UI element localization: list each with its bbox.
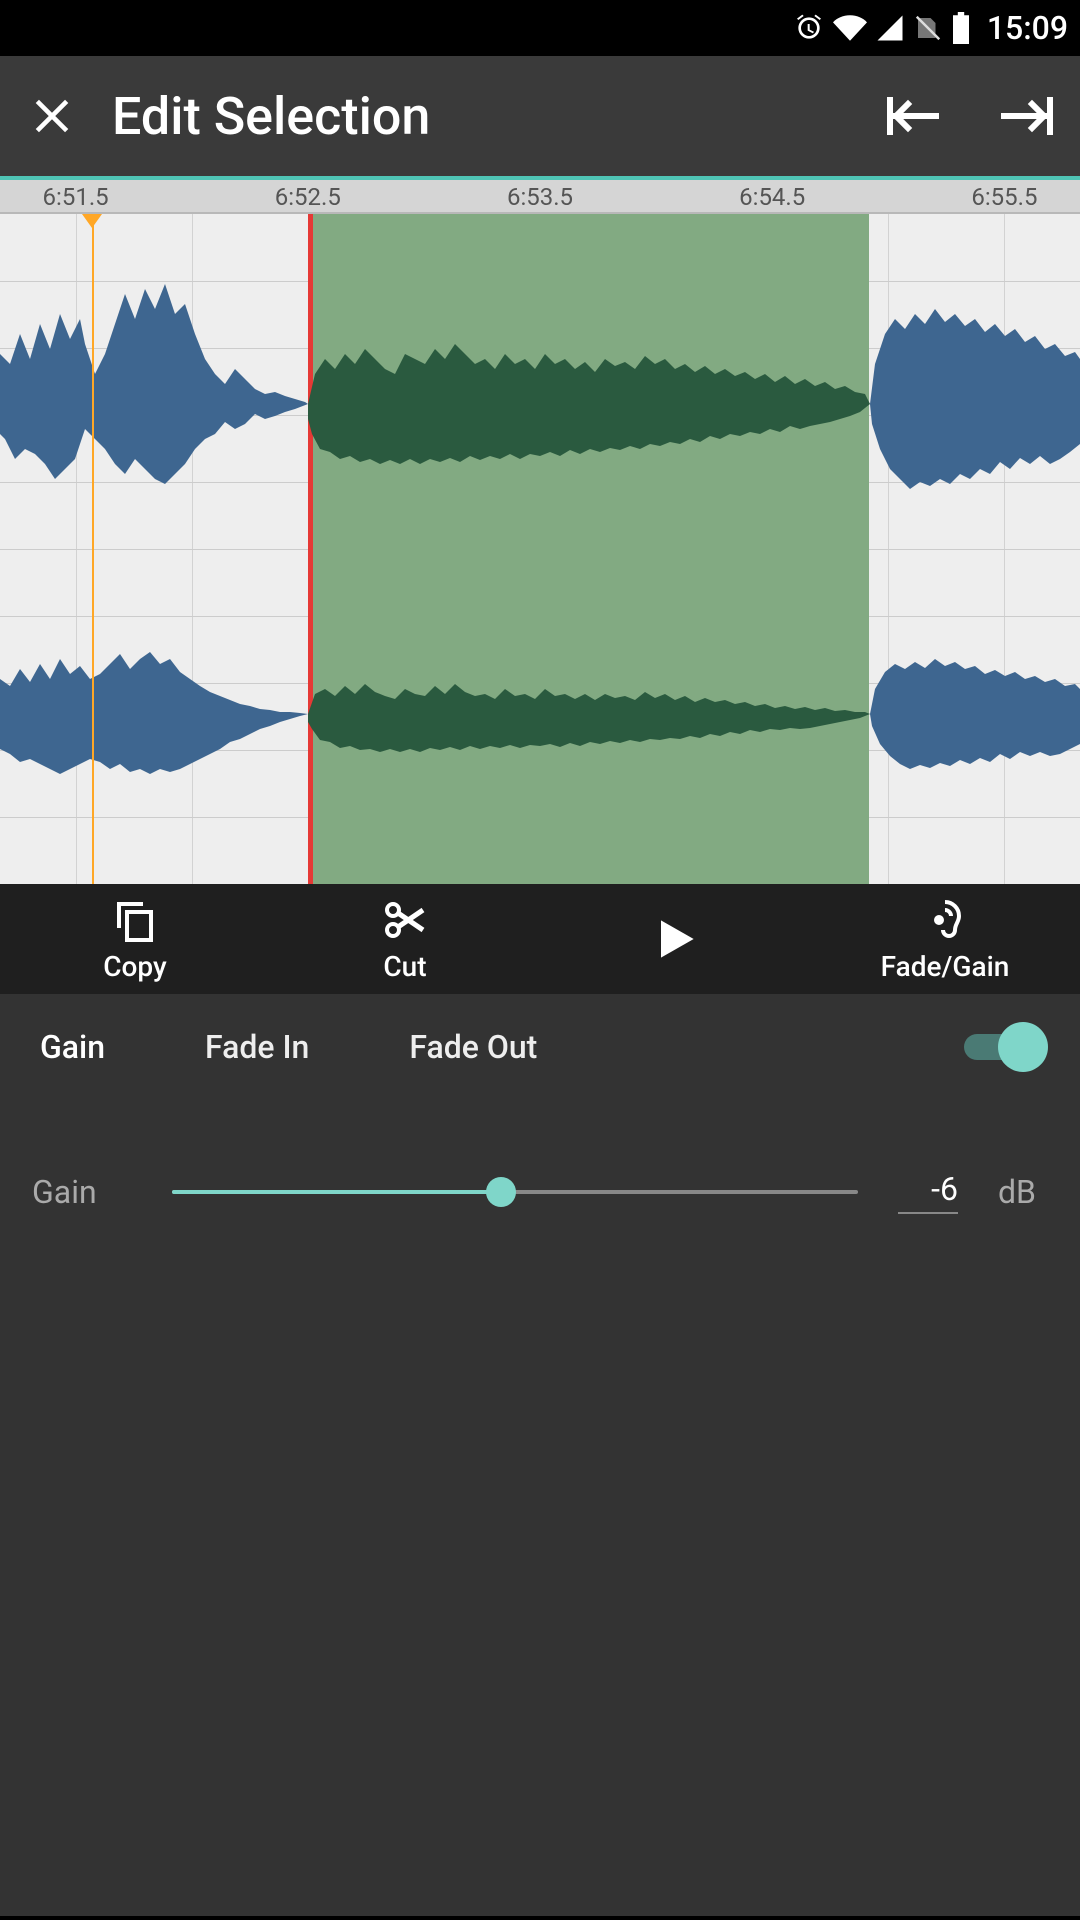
gain-unit: dB bbox=[998, 1173, 1048, 1211]
time-ruler[interactable]: 6:51.5 6:52.5 6:53.5 6:54.5 6:55.5 bbox=[0, 180, 1080, 214]
tab-gain[interactable]: Gain bbox=[40, 1028, 105, 1066]
play-button[interactable] bbox=[540, 911, 810, 967]
ruler-tick: 6:52.5 bbox=[275, 183, 341, 211]
status-time: 15:09 bbox=[987, 9, 1068, 47]
ruler-tick: 6:51.5 bbox=[43, 183, 109, 211]
play-icon bbox=[647, 911, 703, 967]
playhead[interactable] bbox=[92, 214, 94, 884]
gain-panel: Gain -6 dB bbox=[0, 1100, 1080, 1916]
copy-icon bbox=[111, 896, 159, 944]
page-title: Edit Selection bbox=[112, 86, 852, 147]
tab-fadein[interactable]: Fade In bbox=[205, 1028, 309, 1066]
copy-button[interactable]: Copy bbox=[0, 896, 270, 983]
playhead-marker bbox=[82, 214, 102, 228]
cut-label: Cut bbox=[383, 950, 426, 983]
cut-button[interactable]: Cut bbox=[270, 896, 540, 983]
gain-value-input[interactable]: -6 bbox=[898, 1170, 958, 1214]
wifi-icon bbox=[833, 11, 867, 45]
waveform-channel-left bbox=[0, 264, 1080, 544]
status-bar: 15:09 bbox=[0, 0, 1080, 56]
scissors-icon bbox=[381, 896, 429, 944]
alarm-icon bbox=[793, 12, 825, 44]
effect-toggle[interactable] bbox=[964, 1026, 1040, 1068]
waveform-channel-right bbox=[0, 624, 1080, 804]
battery-icon bbox=[951, 12, 971, 44]
nosim-icon bbox=[913, 13, 943, 43]
copy-label: Copy bbox=[103, 950, 166, 983]
ruler-tick: 6:53.5 bbox=[507, 183, 573, 211]
ruler-tick: 6:55.5 bbox=[971, 183, 1037, 211]
ruler-tick: 6:54.5 bbox=[739, 183, 805, 211]
fadegain-label: Fade/Gain bbox=[881, 950, 1010, 983]
tab-fadeout[interactable]: Fade Out bbox=[409, 1028, 537, 1066]
close-button[interactable] bbox=[24, 88, 80, 144]
action-toolbar: Copy Cut Fade/Gain bbox=[0, 884, 1080, 994]
gain-slider[interactable] bbox=[172, 1172, 858, 1212]
waveform-canvas[interactable] bbox=[0, 214, 1080, 884]
goto-start-button[interactable] bbox=[884, 88, 940, 144]
app-header: Edit Selection bbox=[0, 56, 1080, 180]
goto-end-button[interactable] bbox=[1000, 88, 1056, 144]
effect-tabs: Gain Fade In Fade Out bbox=[0, 994, 1080, 1100]
signal-icon bbox=[875, 13, 905, 43]
ear-icon bbox=[921, 896, 969, 944]
fadegain-button[interactable]: Fade/Gain bbox=[810, 896, 1080, 983]
gain-label: Gain bbox=[32, 1173, 132, 1211]
